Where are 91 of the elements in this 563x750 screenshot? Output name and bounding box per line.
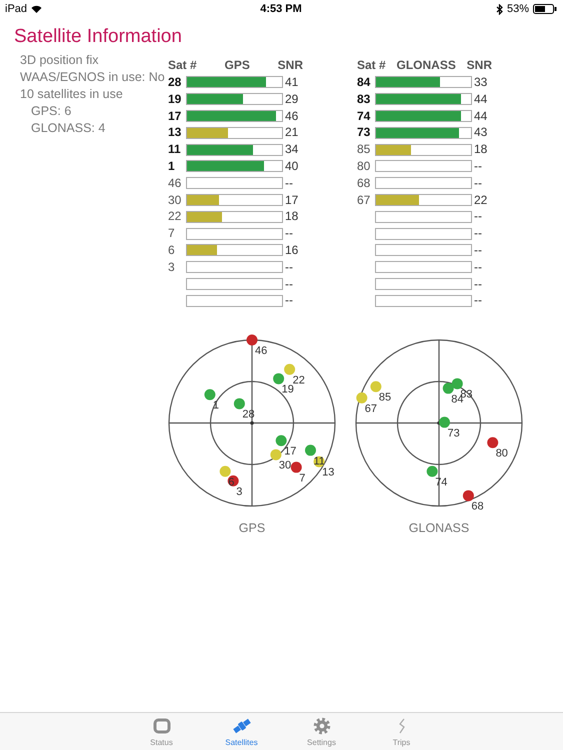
snr-value: 18 <box>284 208 300 226</box>
satellite-label: 17 <box>284 446 296 458</box>
snr-value: -- <box>473 174 483 192</box>
column-header: GLONASS <box>396 58 456 73</box>
satellite-label: 7 <box>299 472 306 484</box>
snr-value: -- <box>284 292 294 310</box>
snr-value: 22 <box>473 192 488 208</box>
satellite-label: 68 <box>471 500 484 513</box>
sat-number: 30 <box>168 192 182 208</box>
satellite-label: 80 <box>496 448 508 460</box>
sat-number: 84 <box>357 74 372 91</box>
snr-value: -- <box>473 258 483 276</box>
column-header: SNR <box>278 58 303 73</box>
satellite-label: 19 <box>282 384 294 396</box>
satellite-label: 3 <box>236 486 242 498</box>
sky-plot-caption: GPS <box>238 521 266 536</box>
gear-icon <box>312 716 332 736</box>
satellite-label: 85 <box>378 392 392 404</box>
sat-number: 19 <box>168 90 182 108</box>
snr-value: -- <box>473 208 483 226</box>
bluetooth-icon <box>496 4 503 14</box>
sat-number: 6 <box>168 242 176 259</box>
snr-value: 43 <box>473 124 488 142</box>
snr-value: 44 <box>473 90 488 108</box>
sat-number: 74 <box>357 108 372 124</box>
sat-number: 85 <box>357 141 372 158</box>
satellite-label: 67 <box>364 403 378 416</box>
sat-number: 11 <box>168 141 182 158</box>
satellite-label: 73 <box>448 427 460 440</box>
sat-number: 22 <box>168 208 182 226</box>
status-icon <box>152 716 172 736</box>
info-line: 10 satellites in use <box>20 86 124 103</box>
device-name: iPad <box>5 3 28 15</box>
tab[interactable]: Status <box>122 713 202 750</box>
battery-icon <box>533 4 558 14</box>
satellite-label: 30 <box>278 460 292 472</box>
info-line: GLONASS: 4 <box>30 120 106 137</box>
satellite-label: 46 <box>255 345 268 358</box>
trips-icon <box>398 718 404 734</box>
column-header: Sat # <box>357 58 386 73</box>
info-line: GPS: 6 <box>30 103 72 120</box>
snr-value: 44 <box>473 108 488 124</box>
snr-value: -- <box>284 276 294 292</box>
satellite-label: 6 <box>228 476 234 489</box>
sat-number: 17 <box>168 108 182 124</box>
tab[interactable]: Trips <box>362 713 442 750</box>
page-title: Satellite Information <box>14 25 183 49</box>
sat-number: 80 <box>357 158 372 175</box>
snr-value: 41 <box>284 74 300 91</box>
snr-value: -- <box>473 276 483 292</box>
sat-number: 28 <box>168 74 182 91</box>
wifi-icon <box>31 5 42 13</box>
sat-number: 67 <box>357 192 372 208</box>
snr-value: 18 <box>473 141 488 158</box>
sat-number: 3 <box>168 258 176 276</box>
satellite-icon <box>232 716 252 736</box>
column-header: Sat # <box>168 58 197 73</box>
sky-plot-caption: GLONASS <box>408 521 470 536</box>
sat-number: 7 <box>168 225 176 242</box>
sat-number: 83 <box>357 90 372 108</box>
battery-percent: 53% <box>506 3 530 15</box>
info-line: WAAS/EGNOS in use: No <box>20 69 166 86</box>
tab[interactable]: Settings <box>282 713 362 750</box>
snr-value: -- <box>473 242 483 259</box>
column-header: SNR <box>466 58 492 73</box>
snr-value: -- <box>284 258 294 276</box>
snr-value: 40 <box>284 158 300 175</box>
snr-value: 33 <box>473 74 488 91</box>
snr-value: -- <box>284 174 294 192</box>
tab[interactable]: Satellites <box>202 713 282 750</box>
snr-value: 21 <box>284 124 300 142</box>
snr-value: 16 <box>284 242 300 259</box>
column-header: GPS <box>224 58 250 73</box>
snr-value: -- <box>284 225 294 242</box>
sat-number: 73 <box>357 124 372 142</box>
sat-number: 46 <box>168 174 182 192</box>
info-line: 3D position fix <box>20 52 100 69</box>
clock: 4:53 PM <box>260 3 302 15</box>
snr-value: 17 <box>284 192 300 208</box>
snr-value: -- <box>473 225 483 242</box>
snr-value: -- <box>473 158 483 175</box>
sat-number: 68 <box>357 174 372 192</box>
snr-value: 34 <box>284 141 300 158</box>
satellite-label: 11 <box>314 455 325 468</box>
satellite-label: 22 <box>292 374 305 387</box>
snr-value: 29 <box>284 90 300 108</box>
sat-number: 1 <box>168 158 176 175</box>
sat-number: 13 <box>168 124 182 142</box>
snr-value: 46 <box>284 108 300 124</box>
satellite-label: 13 <box>322 466 334 479</box>
snr-value: -- <box>473 292 483 310</box>
